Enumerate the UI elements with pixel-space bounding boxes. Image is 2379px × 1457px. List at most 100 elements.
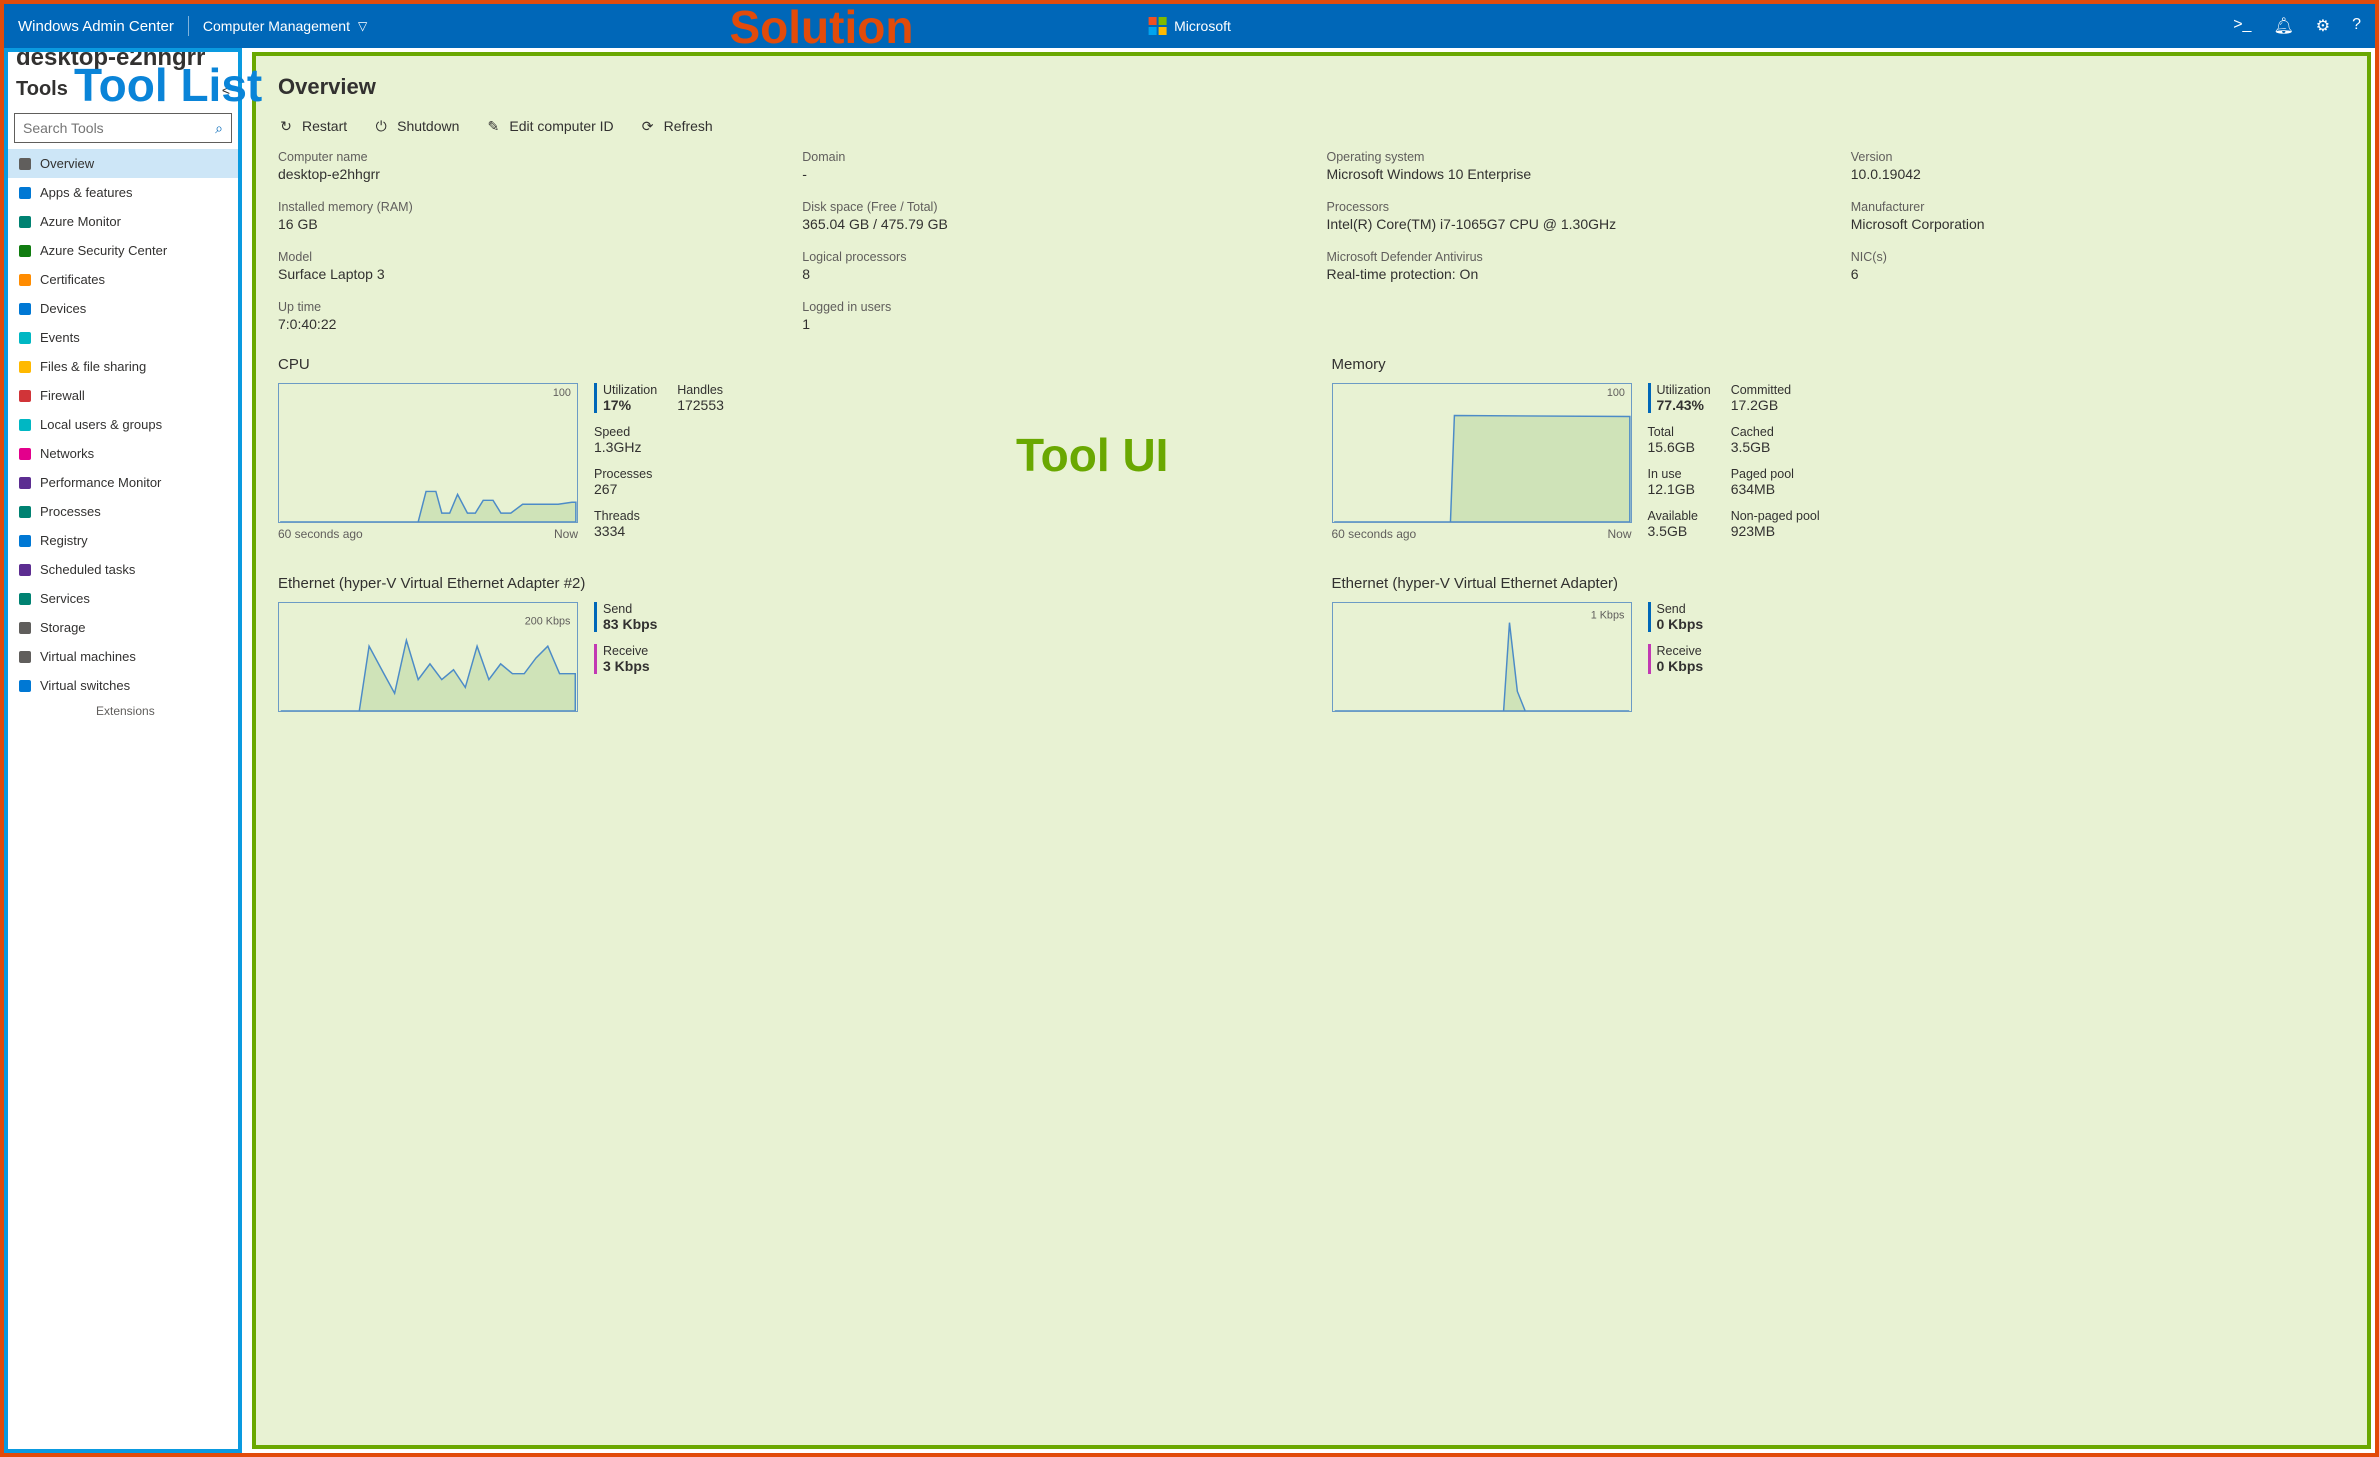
sidebar-item-azure-security-center[interactable]: Azure Security Center [8,236,238,265]
sidebar-item-services[interactable]: Services [8,584,238,613]
sidebar-item-scheduled-tasks[interactable]: Scheduled tasks [8,555,238,584]
sidebar-item-label: Certificates [40,272,105,287]
sidebar-item-label: Scheduled tasks [40,562,135,577]
axis-left: 60 seconds ago [1332,527,1417,541]
sidebar-item-virtual-switches[interactable]: Virtual switches [8,671,238,700]
cpu-title: CPU [278,356,1292,373]
sidebar-item-certificates[interactable]: Certificates [8,265,238,294]
eth2-title: Ethernet (hyper-V Virtual Ethernet Adapt… [1332,575,2346,592]
powershell-icon[interactable]: >_ [2233,16,2251,36]
eth1-yunit: 200 Kbps [525,616,571,628]
cpu-chart[interactable]: 100 0 [278,383,578,523]
info-label: Logical processors [802,250,1296,264]
sidebar-item-files-file-sharing[interactable]: Files & file sharing [8,352,238,381]
mem-total-label: Total [1648,425,1711,439]
sidebar-item-label: Azure Monitor [40,214,121,229]
collapse-sidebar-icon[interactable]: < [222,82,230,98]
ethernet1-card: Ethernet (hyper-V Virtual Ethernet Adapt… [278,575,1292,712]
info-value: 7:0:40:22 [278,316,772,332]
app-title: Windows Admin Center [18,18,174,35]
info-value: desktop-e2hhgrr [278,166,772,182]
sidebar-item-label: Processes [40,504,101,519]
memory-title: Memory [1332,356,2346,373]
info-label: Computer name [278,150,772,164]
help-icon[interactable]: ? [2352,16,2361,36]
info-value: Surface Laptop 3 [278,266,772,282]
mem-ymax: 100 [1606,387,1624,399]
chevron-down-icon: ▽ [358,19,367,33]
sidebar-item-label: Firewall [40,388,85,403]
power-icon: ⏻ [373,118,389,134]
sidebar-item-apps-features[interactable]: Apps & features [8,178,238,207]
restart-button[interactable]: ↻ Restart [278,118,347,134]
info-nic-s-: NIC(s)6 [1851,250,2345,282]
cpu-threads-label: Threads [594,509,724,523]
sidebar-item-overview[interactable]: Overview [8,149,238,178]
sidebar-item-devices[interactable]: Devices [8,294,238,323]
sidebar-item-virtual-machines[interactable]: Virtual machines [8,642,238,671]
tool-nav: Overview Apps & features Azure Monitor Azur… [8,149,238,1449]
info-model: ModelSurface Laptop 3 [278,250,772,282]
sidebar-extensions-label: Extensions [8,700,238,722]
axis-left: 60 seconds ago [278,527,363,541]
sidebar-item-performance-monitor[interactable]: Performance Monitor [8,468,238,497]
tool-icon [18,331,32,345]
info-value: Real-time protection: On [1327,266,1821,282]
eth2-send-value: 0 Kbps [1657,616,1704,632]
sidebar-item-networks[interactable]: Networks [8,439,238,468]
axis-right: Now [1607,527,1631,541]
sidebar-item-local-users-groups[interactable]: Local users & groups [8,410,238,439]
sidebar-item-storage[interactable]: Storage [8,613,238,642]
tool-ui: Tool UI Overview ↻ Restart ⏻ Shutdown ✎ … [252,52,2371,1449]
sidebar-item-label: Events [40,330,80,345]
sidebar-item-processes[interactable]: Processes [8,497,238,526]
sidebar-item-label: Local users & groups [40,417,162,432]
connection-name: desktop-e2hhgrr [16,52,230,72]
sidebar-item-azure-monitor[interactable]: Azure Monitor [8,207,238,236]
info-value: 365.04 GB / 475.79 GB [802,216,1296,232]
settings-gear-icon[interactable]: ⚙ [2316,16,2330,36]
refresh-label: Refresh [664,118,713,134]
tools-heading: Tools [16,78,68,101]
cpu-processes-label: Processes [594,467,724,481]
info-logical-processors: Logical processors8 [802,250,1296,282]
edit-computer-id-button[interactable]: ✎ Edit computer ID [485,118,613,134]
mem-paged-value: 634MB [1731,481,1820,497]
divider [188,16,189,36]
search-tools[interactable]: ⌕ [14,113,232,143]
eth2-chart[interactable]: 1 Kbps [1332,602,1632,712]
notifications-icon[interactable]: 🔔︎ [2273,16,2293,36]
info-value: Intel(R) Core(TM) i7-1065G7 CPU @ 1.30GH… [1327,216,1821,232]
info-logged-in-users: Logged in users1 [802,300,1296,332]
tool-icon [18,650,32,664]
eth1-chart[interactable]: 200 Kbps [278,602,578,712]
info-computer-name: Computer name desktop-e2hhgrr [278,150,772,182]
ethernet2-card: Ethernet (hyper-V Virtual Ethernet Adapt… [1332,575,2346,712]
sidebar-item-firewall[interactable]: Firewall [8,381,238,410]
mem-nonpaged-value: 923MB [1731,523,1820,539]
solution-dropdown[interactable]: Computer Management ▽ [203,18,367,34]
tool-icon [18,621,32,635]
shutdown-button[interactable]: ⏻ Shutdown [373,118,459,134]
memory-chart[interactable]: 100 0 [1332,383,1632,523]
search-input[interactable] [23,120,215,136]
refresh-button[interactable]: ⟳ Refresh [640,118,713,134]
sidebar-item-label: Overview [40,156,94,171]
tool-icon [18,273,32,287]
tool-icon [18,563,32,577]
eth2-send-label: Send [1657,602,1704,616]
mem-total-value: 15.6GB [1648,439,1711,455]
sidebar-item-label: Registry [40,533,88,548]
tool-icon [18,447,32,461]
info-label: Manufacturer [1851,200,2345,214]
mem-committed-value: 17.2GB [1731,397,1820,413]
info-value: Microsoft Windows 10 Enterprise [1327,166,1821,182]
tool-icon [18,302,32,316]
sidebar-item-registry[interactable]: Registry [8,526,238,555]
tool-icon [18,244,32,258]
info-label: Installed memory (RAM) [278,200,772,214]
info-label: Version [1851,150,2345,164]
tool-icon [18,592,32,606]
mem-inuse-value: 12.1GB [1648,481,1711,497]
sidebar-item-events[interactable]: Events [8,323,238,352]
